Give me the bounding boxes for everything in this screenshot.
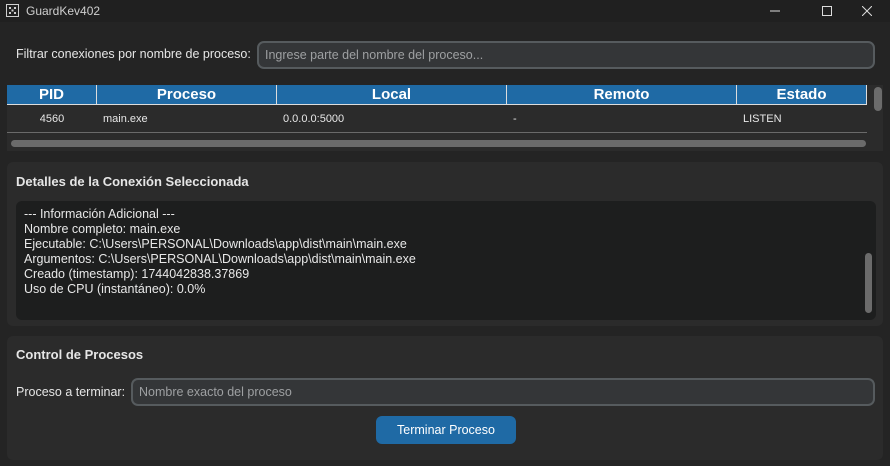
cell-estado: LISTEN	[737, 106, 867, 133]
details-line: --- Información Adicional ---	[24, 207, 175, 221]
table-header: PID Proceso Local Remoto Estado	[7, 85, 867, 105]
column-header-estado[interactable]: Estado	[737, 85, 867, 105]
details-scrollbar[interactable]	[865, 253, 872, 313]
minimize-button[interactable]	[752, 0, 798, 22]
details-line: Ejecutable: C:\Users\PERSONAL\Downloads\…	[24, 237, 407, 251]
details-line: Uso de CPU (instantáneo): 0.0%	[24, 282, 206, 296]
details-title: Detalles de la Conexión Seleccionada	[16, 174, 249, 189]
app-grid-icon	[6, 4, 19, 17]
kill-process-label: Proceso a terminar:	[16, 385, 126, 399]
column-header-proceso[interactable]: Proceso	[97, 85, 277, 105]
details-line: Nombre completo: main.exe	[24, 222, 181, 236]
filter-label: Filtrar conexiones por nombre de proceso…	[16, 47, 251, 61]
window-title: GuardKev402	[26, 4, 101, 18]
cell-proceso: main.exe	[97, 106, 277, 133]
column-header-local[interactable]: Local	[277, 85, 507, 105]
details-line: Argumentos: C:\Users\PERSONAL\Downloads\…	[24, 252, 416, 266]
cell-remoto: -	[507, 106, 737, 133]
kill-process-input[interactable]	[131, 378, 875, 406]
cell-local: 0.0.0.0:5000	[277, 106, 507, 133]
details-line: Creado (timestamp): 1744042838.37869	[24, 267, 250, 281]
table-horizontal-scrollbar[interactable]	[11, 140, 866, 147]
table-vertical-scrollbar[interactable]	[874, 87, 882, 111]
filter-input[interactable]	[257, 41, 875, 69]
control-title: Control de Procesos	[16, 347, 144, 362]
column-header-remoto[interactable]: Remoto	[507, 85, 737, 105]
table-row[interactable]: 4560 main.exe 0.0.0.0:5000 - LISTEN	[7, 106, 867, 133]
column-header-pid[interactable]: PID	[7, 85, 97, 105]
cell-pid: 4560	[7, 106, 97, 133]
terminate-process-button[interactable]: Terminar Proceso	[376, 416, 516, 444]
close-button[interactable]	[844, 0, 890, 22]
title-bar: GuardKev402	[0, 0, 890, 22]
